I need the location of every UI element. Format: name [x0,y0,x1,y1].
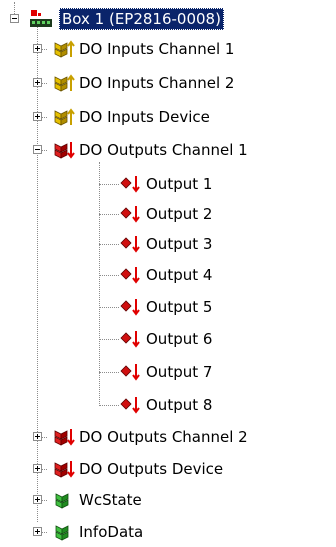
collapse-toggle[interactable] [10,14,19,23]
expand-toggle[interactable] [33,527,42,536]
output-variable-icon [120,236,140,253]
tree-node-inputs-device[interactable]: DO Inputs Device [0,102,336,132]
tree-node-label[interactable]: DO Outputs Channel 1 [79,139,248,161]
tree-node-label[interactable]: Output 4 [146,264,212,286]
tree-node-label[interactable]: Output 6 [146,328,212,350]
output-variable-icon [120,299,140,316]
output-variable-group-icon [54,142,75,159]
output-variable-icon [120,206,140,223]
output-variable-icon [120,267,140,284]
tree-node-label[interactable]: Output 8 [146,394,212,416]
output-variable-icon [120,176,140,193]
tree-node-label[interactable]: Output 5 [146,296,212,318]
tree-node-output-6[interactable]: Output 6 [0,324,336,354]
output-variable-icon [120,364,140,381]
tree-node-outputs-channel-1[interactable]: DO Outputs Channel 1 [0,135,336,165]
tree-node-label[interactable]: Output 2 [146,203,212,225]
tree-node-label[interactable]: DO Outputs Channel 2 [79,426,248,448]
tree-node-box1[interactable]: Box 1 (EP2816-0008) [0,4,336,34]
input-variable-icon [54,40,75,58]
tree-node-outputs-device[interactable]: DO Outputs Device [0,454,336,484]
input-variable-icon [54,74,75,92]
expand-toggle[interactable] [33,464,42,473]
expand-toggle[interactable] [33,432,42,441]
box-device-icon [30,10,52,27]
tree-node-output-4[interactable]: Output 4 [0,260,336,290]
tree-node-infodata[interactable]: InfoData [0,517,336,547]
tree-node-outputs-channel-2[interactable]: DO Outputs Channel 2 [0,422,336,452]
output-variable-icon [120,331,140,348]
expand-toggle[interactable] [33,78,42,87]
tree-node-label[interactable]: DO Inputs Device [79,106,210,128]
tree-node-output-7[interactable]: Output 7 [0,357,336,387]
tree-node-label[interactable]: InfoData [79,521,143,543]
tree-node-inputs-channel-2[interactable]: DO Inputs Channel 2 [0,68,336,98]
input-variable-icon [54,108,75,126]
tree-node-label[interactable]: Output 1 [146,173,212,195]
status-variable-icon [55,525,69,541]
output-variable-icon [120,397,140,414]
tree-node-label[interactable]: DO Outputs Device [79,458,223,480]
tree-node-label[interactable]: Output 3 [146,233,212,255]
output-variable-group-icon [54,461,75,478]
expand-toggle[interactable] [33,44,42,53]
tree-node-label[interactable]: DO Inputs Channel 1 [79,38,234,60]
collapse-toggle[interactable] [33,145,42,154]
expand-toggle[interactable] [33,495,42,504]
tree-node-label[interactable]: Output 7 [146,361,212,383]
tree-node-inputs-channel-1[interactable]: DO Inputs Channel 1 [0,34,336,64]
tree-node-output-2[interactable]: Output 2 [0,199,336,229]
expand-toggle[interactable] [33,112,42,121]
tree-node-wcstate[interactable]: WcState [0,485,336,515]
tree-node-output-1[interactable]: Output 1 [0,169,336,199]
tree-node-label[interactable]: Box 1 (EP2816-0008) [59,8,224,30]
tree-node-label[interactable]: DO Inputs Channel 2 [79,72,234,94]
tree-node-label[interactable]: WcState [79,489,142,511]
tree-node-output-8[interactable]: Output 8 [0,390,336,420]
tree-node-output-5[interactable]: Output 5 [0,292,336,322]
io-tree-view[interactable]: Box 1 (EP2816-0008) DO Inputs Channel 1 … [0,0,336,547]
output-variable-group-icon [54,429,75,446]
tree-node-output-3[interactable]: Output 3 [0,229,336,259]
status-variable-icon [55,493,69,509]
